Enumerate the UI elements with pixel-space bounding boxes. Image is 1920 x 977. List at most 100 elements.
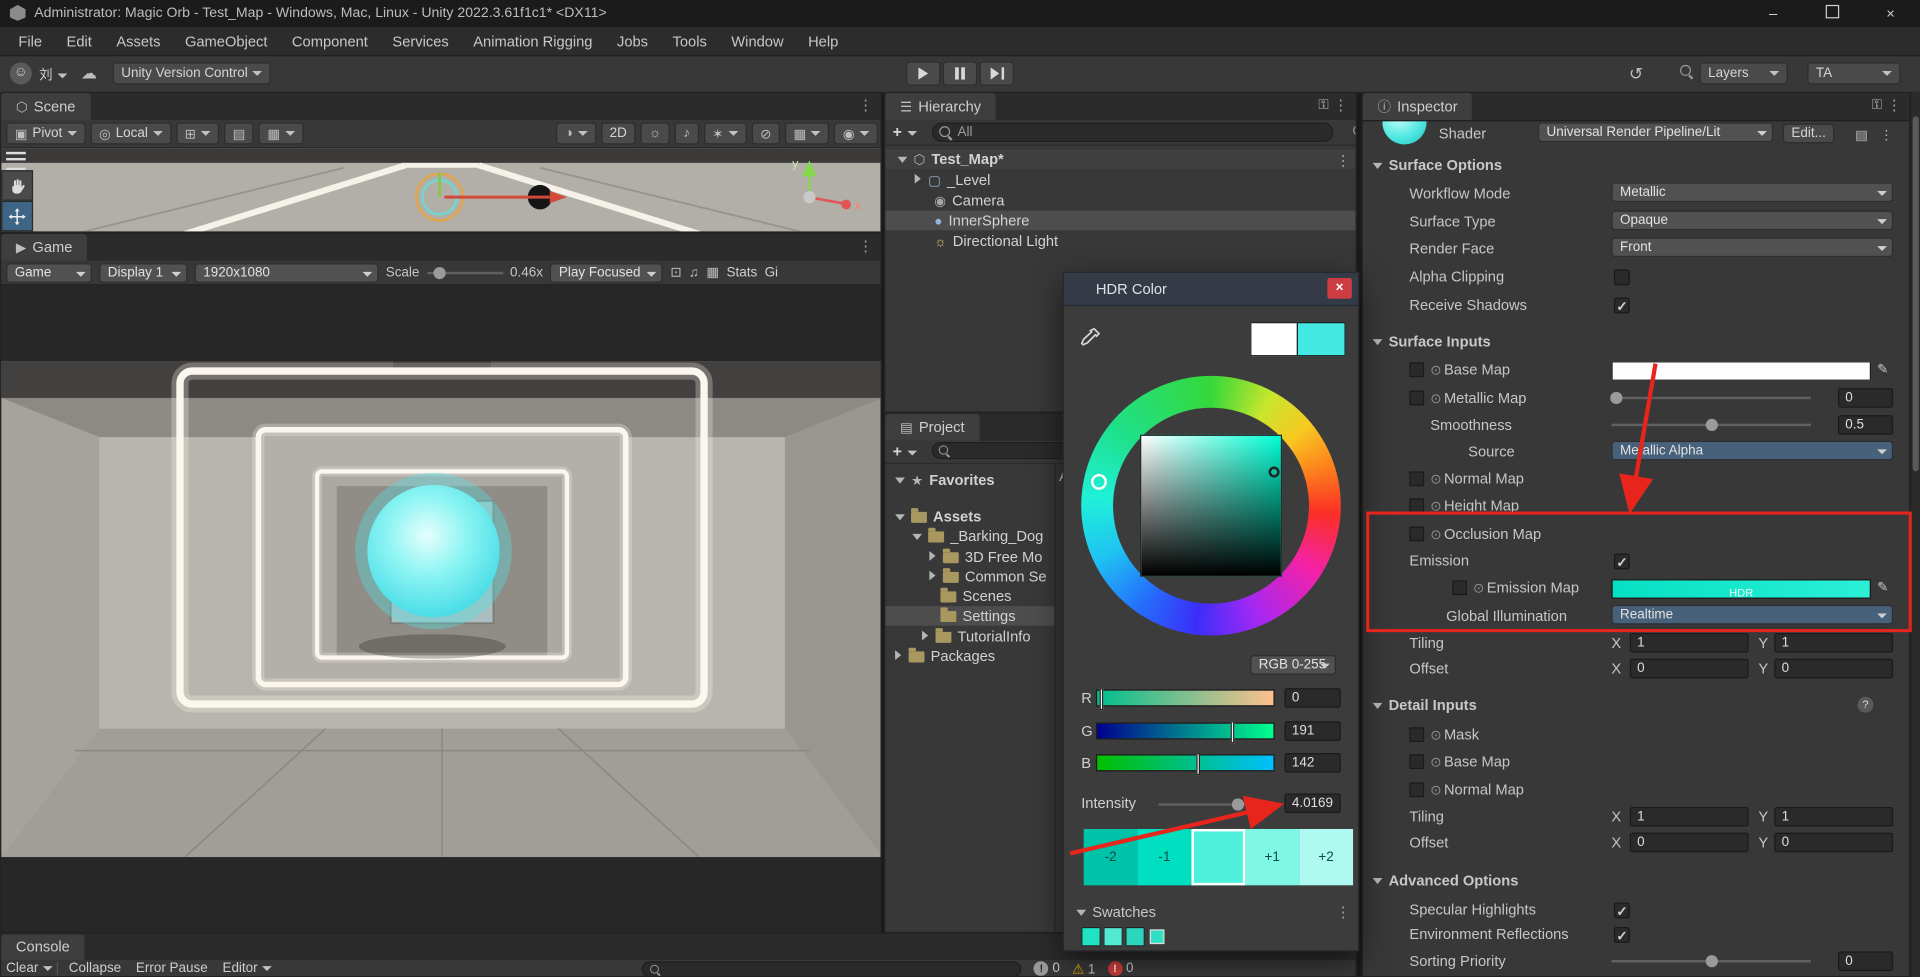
console-clear-button[interactable]: Clear: [6, 961, 54, 976]
hierarchy-add-button[interactable]: +: [893, 122, 917, 141]
menu-file[interactable]: File: [7, 32, 53, 49]
play-button[interactable]: [906, 61, 941, 86]
detail-tiling-x-field[interactable]: 1: [1629, 806, 1749, 827]
measure-dropdown[interactable]: ▦: [258, 122, 304, 145]
menu-tools[interactable]: Tools: [661, 32, 717, 49]
environment-reflections-checkbox[interactable]: [1613, 926, 1630, 948]
console-search-input[interactable]: [642, 961, 1022, 976]
exposure-minus2[interactable]: -2: [1083, 828, 1138, 886]
account-avatar-icon[interactable]: ☺: [9, 62, 32, 85]
specular-highlights-checkbox[interactable]: [1613, 901, 1630, 923]
emission-map-eyedropper-icon[interactable]: ✎: [1877, 577, 1888, 599]
base-map-texture-slot[interactable]: [1409, 362, 1425, 378]
scale-slider-handle[interactable]: [432, 266, 446, 279]
global-illumination-dropdown[interactable]: Realtime: [1611, 604, 1894, 625]
metallic-value-field[interactable]: 0: [1837, 388, 1894, 408]
hierarchy-row-directional-light[interactable]: ☼ Directional Light: [885, 231, 1355, 251]
base-map-color-field[interactable]: [1611, 361, 1872, 381]
intensity-slider-handle[interactable]: [1231, 798, 1245, 811]
project-row-common[interactable]: Common Se: [885, 567, 1054, 587]
hand-tool-button[interactable]: [1, 170, 34, 201]
surface-type-dropdown[interactable]: Opaque: [1611, 210, 1894, 231]
stats-button[interactable]: Stats: [727, 265, 758, 280]
section-advanced-options[interactable]: Advanced Options: [1372, 872, 1518, 889]
hdr-dialog-titlebar[interactable]: HDR Color ×: [1064, 273, 1358, 307]
exposure-plus1[interactable]: +1: [1245, 828, 1300, 886]
local-dropdown[interactable]: ◎ Local: [90, 122, 172, 145]
tab-inspector[interactable]: ⓘ Inspector: [1362, 93, 1473, 121]
g-value-field[interactable]: 191: [1284, 721, 1341, 741]
offset-x-field[interactable]: 0: [1629, 658, 1749, 679]
close-button[interactable]: ×: [1864, 0, 1918, 27]
sorting-priority-slider[interactable]: [1611, 955, 1812, 968]
tab-scene[interactable]: ⬡ Scene: [1, 93, 91, 121]
scene-overlay-menu-icon[interactable]: [6, 151, 26, 171]
console-error-badge[interactable]: ! 0: [1107, 961, 1133, 976]
base-map-eyedropper-icon[interactable]: ✎: [1877, 359, 1888, 381]
hdr-dialog-close-button[interactable]: ×: [1327, 277, 1352, 299]
detail-normal-map-texture-slot[interactable]: [1409, 782, 1425, 798]
project-row-packages[interactable]: Packages: [885, 647, 1054, 667]
console-error-pause-button[interactable]: Error Pause: [136, 961, 208, 976]
workflow-mode-dropdown[interactable]: Metallic: [1611, 182, 1894, 203]
game-menu-kebab[interactable]: ⋮: [858, 238, 873, 255]
sorting-priority-slider-handle[interactable]: [1705, 955, 1718, 968]
tiling-x-field[interactable]: 1: [1629, 633, 1749, 653]
scene-audio-toggle[interactable]: ♪: [674, 122, 699, 145]
scrollbar-thumb[interactable]: [1912, 116, 1919, 472]
project-search-input[interactable]: [931, 442, 1079, 460]
hierarchy-row-innersphere[interactable]: ● InnerSphere: [885, 210, 1356, 231]
scene-menu-kebab[interactable]: ⋮: [858, 97, 873, 114]
grid-snap-dropdown[interactable]: ⊞: [176, 122, 220, 145]
hue-knob[interactable]: [1091, 473, 1107, 490]
console-warning-badge[interactable]: ⚠ 1: [1072, 961, 1095, 976]
play-focused-dropdown[interactable]: Play Focused: [550, 262, 664, 283]
scene-row-kebab[interactable]: ⋮: [1336, 151, 1351, 171]
smoothness-value-field[interactable]: 0.5: [1837, 415, 1894, 435]
previous-color-swatch[interactable]: [1250, 322, 1300, 357]
pivot-dropdown[interactable]: ▣ Pivot: [6, 122, 86, 145]
swatches-header[interactable]: Swatches: [1076, 904, 1156, 921]
detail-tiling-y-field[interactable]: 1: [1774, 806, 1894, 827]
mute-audio-icon[interactable]: ♫: [689, 265, 699, 280]
project-row-settings[interactable]: Settings: [885, 606, 1055, 626]
inspector-scrollbar[interactable]: [1910, 91, 1920, 977]
eyedropper-icon[interactable]: [1079, 327, 1101, 349]
tab-project[interactable]: ▤ Project: [885, 413, 980, 441]
project-row-tutorialinfo[interactable]: TutorialInfo: [885, 627, 1054, 647]
exposure-plus2[interactable]: +2: [1299, 828, 1354, 886]
menu-jobs[interactable]: Jobs: [606, 32, 659, 49]
hue-color-wheel[interactable]: [1081, 375, 1341, 636]
maximize-button[interactable]: [1805, 0, 1859, 27]
inspector-menu-kebab[interactable]: ⋮: [1887, 97, 1902, 114]
emission-color-field[interactable]: HDR: [1611, 579, 1872, 599]
inspector-lock-icon[interactable]: ⚿: [1872, 98, 1882, 114]
emission-map-texture-slot[interactable]: [1452, 580, 1467, 596]
shader-dropdown[interactable]: Universal Render Pipeline/Lit: [1537, 122, 1774, 143]
snap-increment-button[interactable]: ▤: [224, 122, 254, 145]
cloud-icon[interactable]: ☁: [81, 64, 97, 84]
shader-presets-icon[interactable]: ▤: [1855, 125, 1868, 147]
move-tool-button[interactable]: [1, 200, 34, 232]
scale-slider[interactable]: [426, 265, 503, 280]
project-row-assets[interactable]: Assets: [885, 507, 1054, 527]
scene-visibility-toggle[interactable]: ⊘: [751, 122, 780, 145]
layers-dropdown[interactable]: Layers: [1699, 62, 1788, 85]
shader-edit-button[interactable]: Edit...: [1782, 123, 1835, 144]
undo-history-icon[interactable]: ↺: [1629, 64, 1643, 85]
intensity-slider[interactable]: [1158, 798, 1275, 811]
hierarchy-lock-icon[interactable]: ⚿: [1318, 98, 1328, 114]
metallic-map-texture-slot[interactable]: [1409, 390, 1425, 406]
color-mode-dropdown[interactable]: RGB 0-255: [1250, 655, 1336, 675]
shader-kebab-icon[interactable]: ⋮: [1880, 125, 1893, 147]
menu-edit[interactable]: Edit: [56, 32, 103, 49]
offset-y-field[interactable]: 0: [1774, 658, 1894, 679]
detail-base-map-texture-slot[interactable]: [1409, 754, 1425, 769]
camera-gizmo-dropdown[interactable]: ◉: [834, 122, 878, 145]
menu-animation-rigging[interactable]: Animation Rigging: [462, 32, 603, 49]
menu-component[interactable]: Component: [281, 32, 379, 49]
intensity-value-field[interactable]: 4.0169: [1284, 793, 1341, 814]
2d-toggle[interactable]: 2D: [601, 122, 636, 145]
smoothness-slider[interactable]: [1611, 418, 1812, 432]
receive-shadows-checkbox[interactable]: [1613, 296, 1630, 318]
